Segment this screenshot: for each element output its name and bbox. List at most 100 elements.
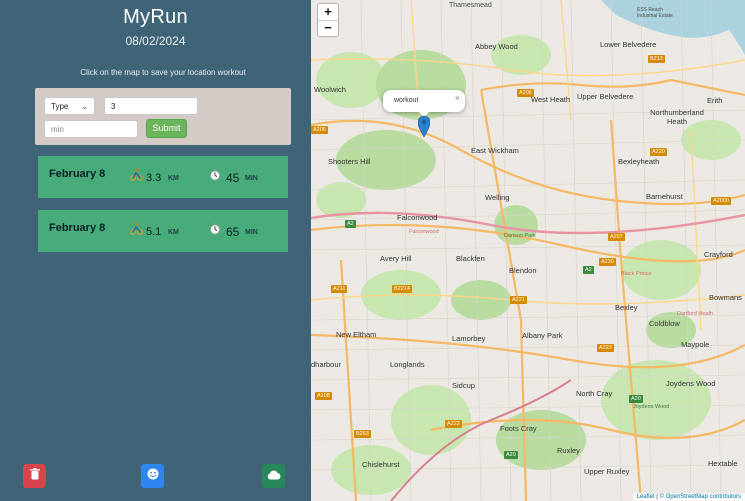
road-label: A220	[599, 258, 616, 266]
road-label: A205	[311, 126, 328, 134]
workout-form: Type ⌄ 3 min Submit	[35, 88, 291, 145]
workout-duration: 45	[226, 171, 240, 185]
workout-date: February 8	[49, 222, 106, 234]
map-place-label: North Cray	[576, 389, 613, 398]
map[interactable]: Thamesmead ESS Reach Industrial Estate A…	[311, 0, 745, 501]
road-label: A221	[510, 296, 527, 304]
zoom-in-button[interactable]: +	[318, 4, 338, 21]
park-label: Danson Park	[504, 233, 536, 239]
map-place-label: Joydens Wood	[666, 379, 716, 388]
popup-close-button[interactable]: ×	[455, 93, 460, 103]
popup-text: workout	[394, 97, 419, 104]
workout-card[interactable]: February 8 5.1 KM 65 MIN	[38, 210, 288, 252]
road-label: A207	[608, 233, 625, 241]
map-place-label: Upper Ruxley	[584, 467, 630, 476]
map-place-label: Hextable	[708, 459, 738, 468]
map-place-label: Upper Belvedere	[577, 92, 634, 101]
map-place-label: Woolwich	[314, 85, 346, 94]
map-place-label: Sidcup	[452, 381, 475, 390]
map-place-label: Northumberland Heath	[650, 108, 704, 126]
trash-icon	[29, 468, 40, 483]
map-place-label: Shooters Hill	[328, 157, 371, 166]
workout-duration: 65	[226, 225, 240, 239]
workout-distance: 3.3	[146, 172, 162, 184]
distance-unit: KM	[168, 175, 179, 182]
zoom-control: + −	[317, 3, 339, 37]
road-label: A208	[315, 392, 332, 400]
map-place-label: Maypole	[681, 340, 710, 349]
road-label: A220	[650, 148, 667, 156]
area-label: Falconwood	[409, 229, 439, 235]
smiley-icon	[147, 468, 159, 483]
map-place-label: East Wickham	[471, 146, 519, 155]
map-attribution: Leaflet | © OpenStreetMap contributors	[632, 493, 745, 501]
workout-card[interactable]: February 8 3.3 KM 45 MIN	[38, 156, 288, 198]
road-label: A222	[445, 420, 462, 428]
map-place-label: Ruxley	[557, 446, 580, 455]
stopwatch-icon	[209, 169, 221, 184]
type-select[interactable]: Type ⌄	[44, 97, 95, 115]
road-label: A20	[629, 395, 643, 403]
sidebar: MyRun 08/02/2024 Click on the map to sav…	[0, 0, 311, 501]
road-label: B2214	[392, 285, 412, 293]
map-place-label: Crayford	[704, 250, 733, 259]
delete-button[interactable]	[23, 464, 46, 488]
distance-input[interactable]: 3	[104, 97, 198, 115]
stopwatch-icon	[209, 223, 221, 238]
map-place-label: West Heath	[531, 95, 571, 104]
map-place-label: Abbey Wood	[475, 42, 518, 51]
instruction-text: Click on the map to save your location w…	[80, 68, 246, 77]
workout-distance: 5.1	[146, 226, 162, 238]
cloud-button[interactable]	[262, 464, 285, 488]
distance-unit: KM	[168, 229, 179, 236]
map-place-label: Welling	[485, 193, 510, 202]
app-title: MyRun	[123, 6, 188, 28]
road-label: B263	[354, 430, 371, 438]
duration-input[interactable]: min	[44, 120, 138, 138]
app-date: 08/02/2024	[125, 34, 186, 48]
map-place-label: Albany Park	[522, 331, 563, 340]
cycling-icon	[130, 222, 143, 238]
road-label: A20	[504, 451, 518, 459]
map-place-label: Blendon	[509, 266, 537, 275]
attribution-separator: |	[656, 494, 658, 500]
road-label: A206	[517, 89, 534, 97]
cycling-icon	[130, 168, 143, 184]
cloud-icon	[267, 469, 281, 483]
type-select-value: Type	[51, 102, 69, 111]
area-label: Black Prince	[621, 271, 652, 277]
map-place-label: ESS Reach Industrial Estate	[637, 7, 673, 19]
map-place-label: Coldblow	[649, 319, 680, 328]
map-place-label: Chislehurst	[362, 460, 400, 469]
map-place-label: Bexleyheath	[618, 157, 660, 166]
workout-date: February 8	[49, 168, 106, 180]
map-place-label: New Eltham	[336, 330, 377, 339]
road-label: A211	[331, 285, 348, 293]
map-place-label: Falconwood	[397, 213, 438, 222]
map-place-label: Bexley	[615, 303, 638, 312]
map-place-label: Foots Cray	[500, 424, 537, 433]
osm-link[interactable]: © OpenStreetMap contributors	[660, 494, 741, 500]
map-place-label: Blackfen	[456, 254, 485, 263]
road-label: B213	[648, 55, 665, 63]
road-label: A223	[597, 344, 614, 352]
area-label: Dartford Heath	[677, 311, 714, 317]
duration-unit: MIN	[245, 175, 258, 182]
map-place-label: Barnehurst	[646, 192, 683, 201]
map-place-label: Longlands	[390, 360, 425, 369]
duration-unit: MIN	[245, 229, 258, 236]
leaflet-link[interactable]: Leaflet	[637, 494, 655, 500]
map-place-label: Lamorbey	[452, 334, 486, 343]
map-place-label: Thamesmead	[449, 2, 492, 9]
map-place-label: dharbour	[311, 360, 342, 369]
zoom-out-button[interactable]: −	[318, 20, 338, 36]
map-place-label: Bowmans	[709, 293, 742, 302]
submit-button[interactable]: Submit	[146, 119, 187, 138]
map-popup: workout ×	[383, 90, 465, 117]
map-place-label: Lower Belvedere	[600, 40, 657, 49]
park-label: Joydens Wood	[633, 404, 670, 410]
map-place-label: Erith	[707, 96, 723, 105]
chevron-down-icon: ⌄	[81, 102, 88, 111]
map-place-label: Avery Hill	[380, 254, 412, 263]
profile-button[interactable]	[141, 464, 164, 488]
